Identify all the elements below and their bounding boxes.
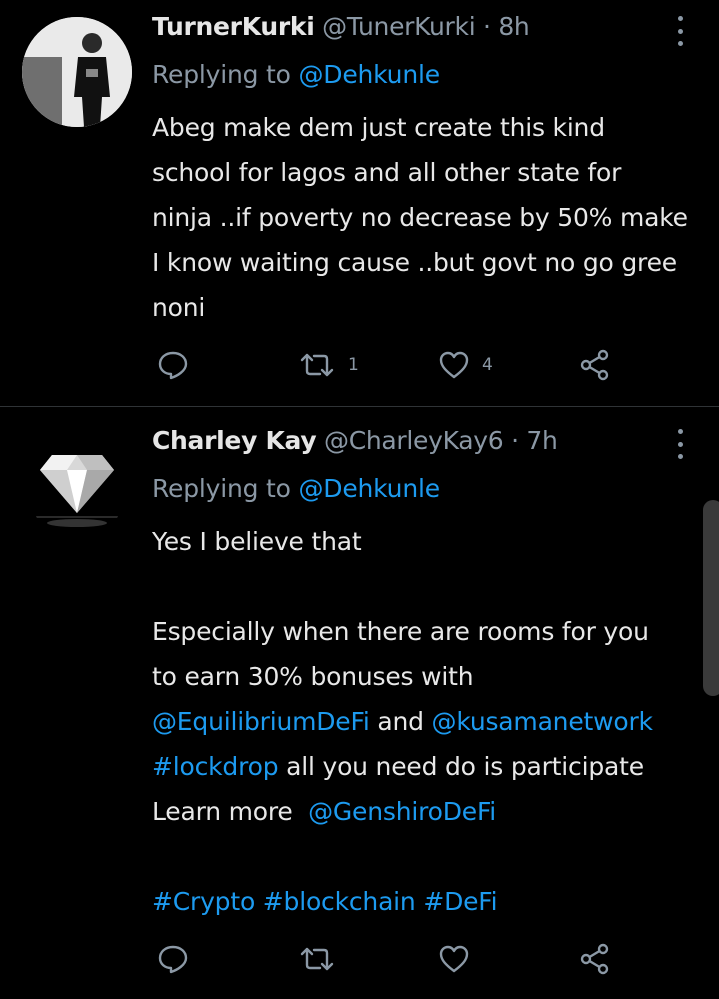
display-name[interactable]: Charley Kay <box>152 426 317 455</box>
person-photo-icon <box>22 17 132 127</box>
tweet[interactable]: Charley Kay @CharleyKay6 · 7h Replying t… <box>0 407 719 999</box>
retweet-count: 1 <box>348 355 359 375</box>
like-count: 4 <box>482 355 493 375</box>
text-line: ninja ..if poverty no decrease by 50% ma… <box>152 203 688 232</box>
reply-mention-link[interactable]: @Dehkunle <box>299 474 441 503</box>
retweet-button[interactable]: 1 <box>298 352 359 378</box>
text-line: Yes I believe that <box>152 527 362 556</box>
retweet-icon <box>300 353 334 377</box>
heart-icon <box>439 351 469 379</box>
reply-icon <box>158 945 188 974</box>
timestamp[interactable]: 7h <box>526 426 557 455</box>
mention-link[interactable]: @kusamanetwork <box>432 707 653 736</box>
text-line: Abeg make dem just create this kind <box>152 113 605 142</box>
reply-icon <box>158 351 188 380</box>
text-line: #lockdrop all you need do is participate <box>152 744 653 789</box>
more-options-icon[interactable] <box>672 16 688 46</box>
text-line: noni <box>152 293 206 322</box>
share-button[interactable] <box>579 943 611 975</box>
user-handle[interactable]: @CharleyKay6 <box>324 426 504 455</box>
share-button[interactable] <box>579 349 611 381</box>
diamond-logo-icon <box>22 425 132 535</box>
text-fragment: and <box>369 707 432 736</box>
hashtag-link[interactable]: #DeFi <box>423 887 497 916</box>
text-line: @EquilibriumDeFi and @kusamanetwork <box>152 699 653 744</box>
scrollbar[interactable] <box>703 500 719 696</box>
mention-link[interactable]: @GenshiroDeFi <box>308 797 496 826</box>
text-line: I know waiting cause ..but govt no go gr… <box>152 248 677 277</box>
replying-to: Replying to @Dehkunle <box>152 474 440 503</box>
text-line: Learn more @GenshiroDeFi <box>152 789 653 834</box>
replying-label: Replying to <box>152 60 291 89</box>
separator: · <box>511 426 519 455</box>
text-fragment: all you need do is participate <box>278 752 644 781</box>
text-line: Especially when there are rooms for you <box>152 617 649 646</box>
separator: · <box>483 12 491 41</box>
hashtag-link[interactable]: #Crypto <box>152 887 255 916</box>
text-fragment: Learn more <box>152 797 309 826</box>
tweet-header: Charley Kay @CharleyKay6 · 7h <box>152 426 558 455</box>
replying-label: Replying to <box>152 474 291 503</box>
mention-link[interactable]: @EquilibriumDeFi <box>152 707 370 736</box>
replying-to: Replying to @Dehkunle <box>152 60 440 89</box>
avatar[interactable] <box>22 425 132 535</box>
share-icon <box>580 349 609 381</box>
user-handle[interactable]: @TunerKurki <box>322 12 476 41</box>
display-name[interactable]: TurnerKurki <box>152 12 315 41</box>
hashtag-link[interactable]: #blockchain <box>263 887 416 916</box>
tweet-text: Abeg make dem just create this kind scho… <box>152 105 688 330</box>
text-line: school for lagos and all other state for <box>152 158 622 187</box>
reply-button[interactable] <box>157 944 189 974</box>
like-button[interactable]: 4 <box>438 350 493 380</box>
tweet-header: TurnerKurki @TunerKurki · 8h <box>152 12 530 41</box>
more-options-icon[interactable] <box>672 429 688 459</box>
timestamp[interactable]: 8h <box>498 12 529 41</box>
text-line: #Crypto #blockchain #DeFi <box>152 879 653 924</box>
heart-icon <box>439 945 469 973</box>
avatar[interactable] <box>22 17 132 127</box>
tweet-text: Yes I believe that Especially when there… <box>152 519 653 924</box>
hashtag-link[interactable]: #lockdrop <box>152 752 279 781</box>
reply-button[interactable] <box>157 350 189 380</box>
retweet-button[interactable] <box>298 946 348 972</box>
share-icon <box>580 943 609 975</box>
retweet-icon <box>300 947 334 971</box>
like-button[interactable] <box>438 944 482 974</box>
text-line: to earn 30% bonuses with <box>152 662 474 691</box>
reply-mention-link[interactable]: @Dehkunle <box>299 60 441 89</box>
tweet[interactable]: TurnerKurki @TunerKurki · 8h Replying to… <box>0 0 719 405</box>
